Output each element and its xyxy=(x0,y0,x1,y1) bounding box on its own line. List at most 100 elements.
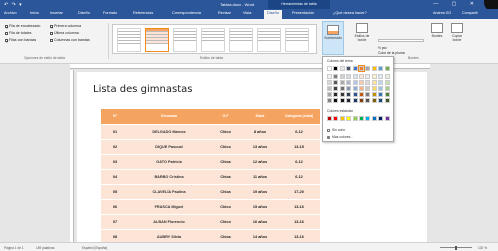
table-cell[interactable]: Chico xyxy=(209,199,242,215)
color-swatch[interactable] xyxy=(378,86,384,91)
color-swatch[interactable] xyxy=(378,80,384,85)
color-swatch[interactable] xyxy=(339,98,345,103)
color-swatch[interactable] xyxy=(365,86,371,91)
color-swatch[interactable] xyxy=(339,86,345,91)
color-swatch[interactable] xyxy=(359,98,364,103)
table-cell[interactable]: BARBO Cristina xyxy=(129,169,209,185)
table-cell[interactable]: Chica xyxy=(209,154,242,170)
language-indicator[interactable]: Español (España) xyxy=(82,246,107,250)
table-cell[interactable]: 12 años xyxy=(242,154,278,170)
color-swatch[interactable] xyxy=(359,116,364,121)
color-swatch[interactable] xyxy=(371,86,377,91)
option-header-row[interactable]: ✓Fila de encabezado xyxy=(5,24,40,30)
table-cell[interactable]: 13-16 xyxy=(278,214,320,230)
tab-presentacion[interactable]: Presentación xyxy=(292,11,314,15)
borders-button[interactable]: Bordes xyxy=(428,23,446,38)
color-swatch[interactable] xyxy=(365,116,371,121)
table-cell[interactable]: 07 xyxy=(101,214,129,230)
option-banded-columns[interactable]: Columnas con bandas xyxy=(50,38,90,42)
table-cell[interactable]: 11 años xyxy=(242,169,278,185)
color-swatch[interactable] xyxy=(352,80,358,85)
color-swatch[interactable] xyxy=(365,92,371,97)
color-swatch[interactable] xyxy=(352,86,358,91)
color-swatch[interactable] xyxy=(346,66,352,71)
color-swatch[interactable] xyxy=(365,98,371,103)
line-weight-picker[interactable]: ½ pto xyxy=(378,46,386,50)
color-swatch[interactable] xyxy=(333,86,339,91)
tab-referencias[interactable]: Referencias xyxy=(133,11,153,15)
word-count[interactable]: 159 palabras xyxy=(36,246,54,250)
color-swatch[interactable] xyxy=(333,66,339,71)
option-total-row[interactable]: Fila de totales xyxy=(5,31,31,35)
color-swatch[interactable] xyxy=(346,86,352,91)
color-swatch[interactable] xyxy=(339,80,345,85)
color-swatch[interactable] xyxy=(333,92,339,97)
color-swatch[interactable] xyxy=(352,74,358,79)
color-swatch[interactable] xyxy=(365,66,371,71)
color-swatch[interactable] xyxy=(378,66,384,71)
table-style-swatch[interactable] xyxy=(117,28,141,52)
color-swatch[interactable] xyxy=(371,116,377,121)
color-swatch[interactable] xyxy=(359,74,364,79)
color-swatch[interactable] xyxy=(384,80,390,85)
table-cell[interactable]: Chico xyxy=(209,214,242,230)
tab-revisar[interactable]: Revisar xyxy=(218,11,231,15)
color-swatch[interactable] xyxy=(346,116,352,121)
color-swatch[interactable] xyxy=(384,116,390,121)
table-style-swatch[interactable] xyxy=(229,28,253,52)
table-cell[interactable]: DELGADO Marcos xyxy=(129,124,209,140)
table-cell[interactable]: Chica xyxy=(209,169,242,185)
table-cell[interactable]: Chico xyxy=(209,139,242,155)
color-swatch[interactable] xyxy=(333,98,339,103)
table-cell[interactable]: 17-20 xyxy=(278,184,320,200)
color-swatch[interactable] xyxy=(365,80,371,85)
color-swatch[interactable] xyxy=(346,80,352,85)
tab-diseno[interactable]: Diseño xyxy=(78,11,90,15)
color-swatch[interactable] xyxy=(339,74,345,79)
color-swatch[interactable] xyxy=(339,66,345,71)
table-style-swatch-selected[interactable] xyxy=(145,28,169,52)
color-swatch[interactable] xyxy=(384,74,390,79)
color-swatch[interactable] xyxy=(359,80,364,85)
color-swatch[interactable] xyxy=(339,92,345,97)
color-swatch[interactable] xyxy=(378,98,384,103)
color-swatch[interactable] xyxy=(327,98,332,103)
color-swatch[interactable] xyxy=(384,66,390,71)
table-cell[interactable]: FRASCA Miguel xyxy=(129,199,209,215)
table-cell[interactable]: DIQUE Pascual xyxy=(129,139,209,155)
table-cell[interactable]: 05 xyxy=(101,184,129,200)
table-cell[interactable]: 6-12 xyxy=(278,124,320,140)
color-swatch[interactable] xyxy=(327,66,332,71)
tab-inicio[interactable]: Inicio xyxy=(30,11,39,15)
table-cell[interactable]: 04 xyxy=(101,169,129,185)
color-swatch[interactable] xyxy=(371,66,377,71)
color-swatch[interactable] xyxy=(327,86,332,91)
color-swatch[interactable] xyxy=(378,74,384,79)
color-swatch[interactable] xyxy=(365,74,371,79)
color-swatch[interactable] xyxy=(352,98,358,103)
pen-color-button[interactable]: Color de la pluma xyxy=(378,51,405,55)
no-color-option[interactable]: Sin color xyxy=(327,128,345,132)
table-cell[interactable]: 8 años xyxy=(242,124,278,140)
table-cell[interactable]: 15 años xyxy=(242,199,278,215)
quick-access-toolbar[interactable]: ↶ ↷ ▾ xyxy=(4,2,23,8)
user-name[interactable]: Andrea GG xyxy=(433,11,451,15)
border-styles-button[interactable]: Estilos de borde xyxy=(350,23,374,42)
table-cell[interactable]: GATO Patricia xyxy=(129,154,209,170)
tell-me-search[interactable]: ¿Qué desea hacer? xyxy=(333,11,367,15)
color-swatch[interactable] xyxy=(371,92,377,97)
color-swatch[interactable] xyxy=(371,98,377,103)
color-swatch[interactable] xyxy=(371,74,377,79)
color-swatch[interactable] xyxy=(358,65,365,72)
color-swatch[interactable] xyxy=(333,74,339,79)
table-cell[interactable]: 01 xyxy=(101,124,129,140)
border-painter-button[interactable]: Copiar borde xyxy=(448,23,466,42)
color-swatch[interactable] xyxy=(327,74,332,79)
table-style-swatch[interactable] xyxy=(257,28,281,52)
color-swatch[interactable] xyxy=(378,116,384,121)
color-swatch[interactable] xyxy=(327,80,332,85)
table-style-swatch[interactable] xyxy=(285,28,309,52)
color-swatch[interactable] xyxy=(346,98,352,103)
gymnasts-table[interactable]: Nº Gimnasta G.F Edad Categoría (edad) 01… xyxy=(101,109,320,245)
color-swatch[interactable] xyxy=(327,116,332,121)
